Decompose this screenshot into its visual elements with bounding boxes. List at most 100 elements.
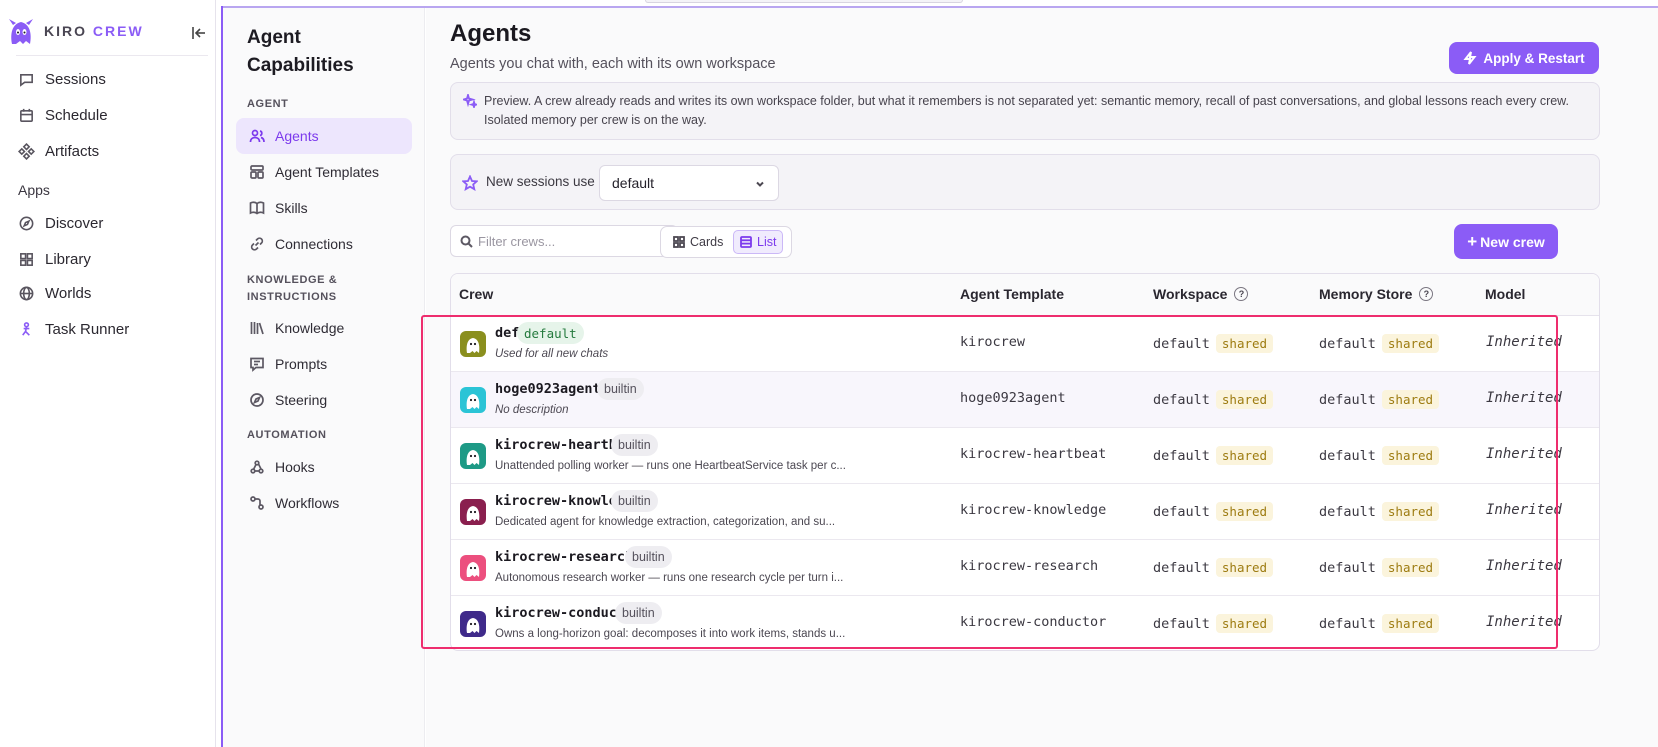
ghost-icon (466, 338, 480, 353)
kiro-logo-icon (9, 19, 33, 44)
shared-badge: shared (1381, 614, 1440, 633)
workspace-cell: default shared (1153, 558, 1274, 577)
table-row[interactable]: kirocrew-knowledge builtin Dedicated agent… (451, 484, 1599, 540)
crews-table: Crew Agent Template Workspace? Memory St… (450, 273, 1600, 651)
top-tab-stub (645, 0, 963, 3)
table-row[interactable]: kirocrew-conductor builtin Owns a long-hor… (451, 596, 1599, 650)
new-sessions-select[interactable]: default (599, 165, 779, 201)
header-workspace: Workspace? (1153, 286, 1249, 302)
chevron-down-icon (756, 181, 764, 187)
cap-item-skills[interactable]: Skills (236, 190, 412, 226)
cap-item-agents[interactable]: Agents (236, 118, 412, 154)
capabilities-title: Agent Capabilities (247, 27, 354, 76)
header-model: Model (1485, 286, 1526, 302)
table-row[interactable]: kirocrew-heartbeat builtin Unattended poll… (451, 428, 1599, 484)
header-agent-template: Agent Template (960, 286, 1064, 302)
agent-template-cell: kirocrew-knowledge (960, 502, 1107, 518)
ghost-icon (466, 506, 480, 521)
crew-avatar (460, 611, 486, 637)
filter-crews-input[interactable] (478, 231, 668, 251)
nav-schedule[interactable]: Schedule (18, 104, 108, 126)
nav-sessions[interactable]: Sessions (18, 68, 106, 90)
cap-item-steering[interactable]: Steering (236, 382, 412, 418)
crew-name: kirocrew-research (495, 549, 634, 565)
cap-item-knowledge[interactable]: Knowledge (236, 310, 412, 346)
model-cell: Inherited (1486, 390, 1562, 406)
workspace-cell: default shared (1153, 446, 1274, 465)
ghost-icon (466, 394, 480, 409)
agent-template-cell: kirocrew-heartbeat (960, 446, 1107, 462)
shared-badge: shared (1381, 390, 1440, 409)
crew-avatar (460, 331, 486, 357)
cap-item-workflows[interactable]: Workflows (236, 485, 412, 521)
shared-badge: shared (1215, 558, 1274, 577)
lightning-icon (1463, 51, 1477, 65)
crew-description: Used for all new chats (495, 348, 609, 360)
capabilities-panel: Agent Capabilities AGENT Agents Agent Te… (223, 8, 425, 747)
agent-template-cell: hoge0923agent (960, 390, 1066, 406)
cap-item-connections[interactable]: Connections (236, 226, 412, 262)
crew-badge: builtin (625, 546, 672, 568)
main-content: Agents Agents you chat with, each with i… (426, 8, 1658, 747)
cap-item-hooks[interactable]: Hooks (236, 449, 412, 485)
collapse-sidebar-icon[interactable] (190, 24, 208, 42)
globe-icon (19, 286, 34, 300)
ghost-icon (466, 450, 480, 465)
memory-store-cell: default shared (1319, 614, 1440, 633)
filter-crews-field[interactable] (450, 225, 678, 257)
crew-badge: default (517, 322, 584, 344)
crew-badge: builtin (597, 378, 644, 400)
model-cell: Inherited (1486, 558, 1562, 574)
cap-item-agent-templates[interactable]: Agent Templates (236, 154, 412, 190)
crew-description: Autonomous research worker — runs one re… (495, 572, 844, 584)
view-list-button[interactable]: List (733, 230, 784, 254)
table-row[interactable]: defaultdefaultUsed for all new chatskiro… (451, 316, 1599, 372)
preview-text: Preview. A crew already reads and writes… (484, 94, 1569, 127)
crew-avatar (460, 387, 486, 413)
help-icon[interactable]: ? (1234, 287, 1249, 301)
compass-icon (19, 216, 34, 230)
table-row[interactable]: hoge0923agent builtin No description hoge09… (451, 372, 1599, 428)
crew-badge: builtin (611, 434, 658, 456)
table-header: Crew Agent Template Workspace? Memory St… (451, 274, 1599, 316)
runner-icon (22, 321, 30, 336)
shared-badge: shared (1215, 502, 1274, 521)
shared-badge: shared (1381, 502, 1440, 521)
model-cell: Inherited (1486, 502, 1562, 518)
cap-item-prompts[interactable]: Prompts (236, 346, 412, 382)
section-knowledge: KNOWLEDGE & INSTRUCTIONS (247, 274, 338, 303)
nav-worlds[interactable]: Worlds (18, 282, 91, 304)
workflow-icon (250, 496, 264, 510)
apps-section-label: Apps (18, 182, 50, 198)
users-icon (249, 129, 265, 143)
calendar-icon (20, 108, 33, 122)
nav-artifacts[interactable]: Artifacts (18, 140, 99, 162)
page-title: Agents (450, 20, 532, 47)
template-icon (250, 165, 264, 179)
table-row[interactable]: kirocrew-research builtin Autonomous resea… (451, 540, 1599, 596)
nav-library[interactable]: Library (18, 248, 91, 270)
nav-task-runner[interactable]: Task Runner (18, 318, 129, 340)
apply-restart-button[interactable]: Apply & Restart (1449, 42, 1599, 74)
new-sessions-panel: New sessions use default (450, 154, 1600, 210)
model-cell: Inherited (1486, 446, 1562, 462)
compass-icon (250, 393, 264, 407)
agent-template-cell: kirocrew-research (960, 558, 1099, 574)
preview-notice: Preview. A crew already reads and writes… (450, 82, 1600, 140)
view-cards-button[interactable]: Cards (667, 230, 729, 254)
workspace-cell: default shared (1153, 502, 1274, 521)
shared-badge: shared (1381, 334, 1440, 353)
ghost-icon (466, 562, 480, 577)
nav-discover[interactable]: Discover (18, 212, 103, 234)
model-cell: Inherited (1486, 614, 1562, 630)
new-crew-button[interactable]: + New crew (1454, 224, 1558, 259)
memory-store-cell: default shared (1319, 334, 1440, 353)
brand[interactable]: KIRO CREW (6, 16, 144, 46)
section-automation: AUTOMATION (247, 429, 327, 441)
page-subtitle: Agents you chat with, each with its own … (450, 56, 776, 72)
app-sidebar: KIRO CREW Sessions Schedule Artifacts Ap… (0, 0, 216, 747)
brand-name: KIRO CREW (44, 23, 144, 39)
message-icon (250, 357, 264, 372)
grid-icon (20, 252, 33, 266)
help-icon[interactable]: ? (1419, 287, 1434, 301)
